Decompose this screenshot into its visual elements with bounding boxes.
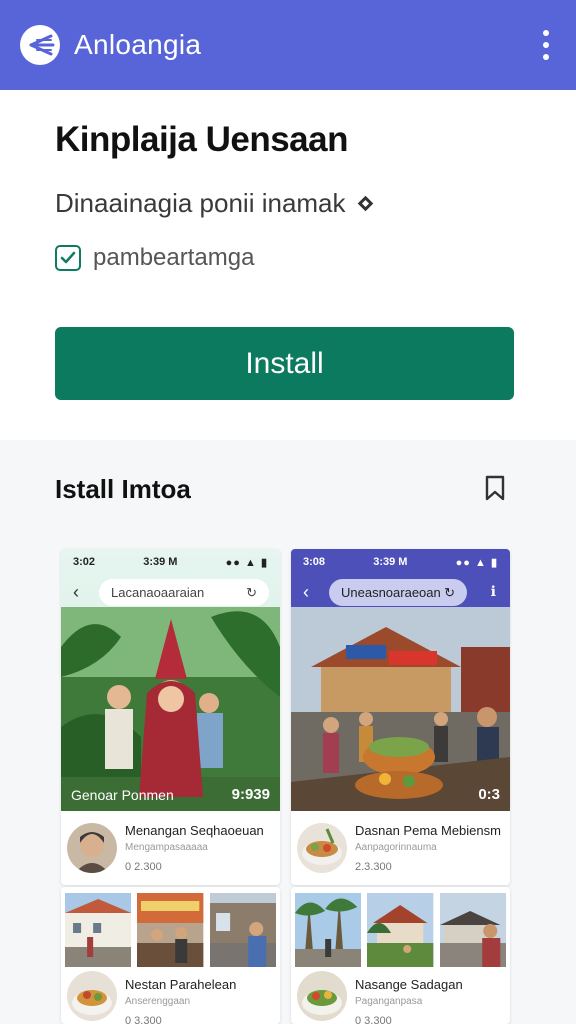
search-text: Lacanaoaaraian	[111, 585, 205, 600]
card-info: Dasnan Pema Mebiensm Aanpagorinnauma 2.3…	[291, 811, 510, 885]
screenshot-card[interactable]: Nasange Sadagan Paganganpasa 0 3.300	[291, 887, 510, 1024]
card-title: Nestan Parahelean	[125, 977, 237, 992]
avatar	[67, 971, 117, 1021]
back-icon[interactable]: ‹	[73, 582, 79, 603]
refresh-icon[interactable]: ↻	[246, 585, 257, 601]
checkbox[interactable]	[55, 245, 81, 271]
status-time: 3:02	[73, 556, 96, 568]
screenshot-card[interactable]: 3:08 3:39 M ●● ▲ ▮ ‹ Uneasnoaraeoan ↻ ℹ	[291, 549, 510, 885]
thumbnail	[367, 893, 434, 967]
thumbnail	[137, 893, 204, 967]
diamond-icon[interactable]	[357, 195, 373, 212]
avatar	[67, 823, 117, 873]
refresh-icon[interactable]: ↻	[444, 585, 455, 601]
info-icon[interactable]: ℹ	[491, 583, 496, 600]
thumbnail	[209, 893, 276, 967]
status-bar: 3:02 3:39 M ●● ▲ ▮	[61, 549, 280, 575]
status-center: 3:39 M	[373, 556, 408, 568]
card-count: 2.3.300	[355, 861, 392, 873]
card-subtitle: Paganganpasa	[355, 996, 423, 1007]
screenshot-badge: 0:3	[478, 786, 500, 803]
install-button[interactable]: Install	[55, 327, 514, 400]
avatar	[297, 823, 347, 873]
logo-icon[interactable]	[20, 25, 60, 65]
app-name: Kinplaija Uensaan	[55, 120, 348, 159]
status-icons: ●● ▲ ▮	[455, 556, 498, 569]
thumbnail-strip	[295, 893, 506, 967]
search-bar[interactable]: Uneasnoaraeoan ↻	[329, 579, 467, 606]
app-details-panel: Kinplaija Uensaan Dinaainagia ponii inam…	[0, 90, 576, 440]
checkbox-row[interactable]: pambeartamga	[55, 244, 254, 272]
back-icon[interactable]: ‹	[303, 582, 309, 603]
screenshot-card[interactable]: 3:02 3:39 M ●● ▲ ▮ ‹ Lacanaoaaraian ↻ Ge…	[61, 549, 280, 885]
search-bar[interactable]: Lacanaoaaraian ↻	[99, 579, 269, 606]
card-subtitle: Aanpagorinnauma	[355, 842, 437, 853]
search-text: Uneasnoaraeoan	[341, 585, 441, 600]
card-title: Nasange Sadagan	[355, 977, 463, 992]
screenshot-image: 3:02 3:39 M ●● ▲ ▮ ‹ Lacanaoaaraian ↻ Ge…	[61, 549, 280, 811]
screenshot-caption: Genoar Ponmen	[71, 787, 174, 803]
card-count: 0 3.300	[355, 1015, 392, 1024]
card-count: 0 3.300	[125, 1015, 162, 1024]
thumbnail	[65, 893, 132, 967]
section-title: Istall Imtoa	[55, 474, 191, 504]
bookmark-icon[interactable]	[484, 474, 506, 502]
thumbnail	[295, 893, 362, 967]
card-info: Menangan Seqhaoeuan Mengampasaaaaa 0 2.3…	[61, 811, 280, 885]
checkbox-label: pambeartamga	[93, 244, 255, 271]
scene-jungle-girl	[61, 607, 280, 811]
card-title: Menangan Seqhaoeuan	[125, 823, 264, 838]
more-vert-icon[interactable]	[540, 30, 552, 60]
thumbnail	[439, 893, 506, 967]
app-bar: Anloangia	[0, 0, 576, 90]
card-subtitle: Anserenggaan	[125, 996, 191, 1007]
avatar	[297, 971, 347, 1021]
check-icon	[60, 251, 76, 264]
app-bar-title: Anloangia	[74, 29, 202, 60]
card-subtitle: Mengampasaaaaa	[125, 842, 208, 853]
subtitle-row: Dinaainagia ponii inamak	[55, 188, 373, 219]
card-title: Dasnan Pema Mebiensm	[355, 823, 501, 838]
app-subtitle: Dinaainagia ponii inamak	[55, 188, 346, 218]
screenshot-badge: 9:939	[231, 786, 270, 803]
screenshot-card[interactable]: Nestan Parahelean Anserenggaan 0 3.300	[61, 887, 280, 1024]
card-info: Nestan Parahelean Anserenggaan 0 3.300	[61, 971, 280, 1024]
card-count: 0 2.300	[125, 861, 162, 873]
screenshot-image: 3:08 3:39 M ●● ▲ ▮ ‹ Uneasnoaraeoan ↻ ℹ	[291, 549, 510, 811]
thumbnail-strip	[65, 893, 276, 967]
status-icons: ●● ▲ ▮	[225, 556, 268, 569]
scene-market-crowd	[291, 607, 510, 811]
status-time: 3:08	[303, 556, 326, 568]
status-bar: 3:08 3:39 M ●● ▲ ▮	[291, 549, 510, 575]
card-info: Nasange Sadagan Paganganpasa 0 3.300	[291, 971, 510, 1024]
status-center: 3:39 M	[143, 556, 178, 568]
